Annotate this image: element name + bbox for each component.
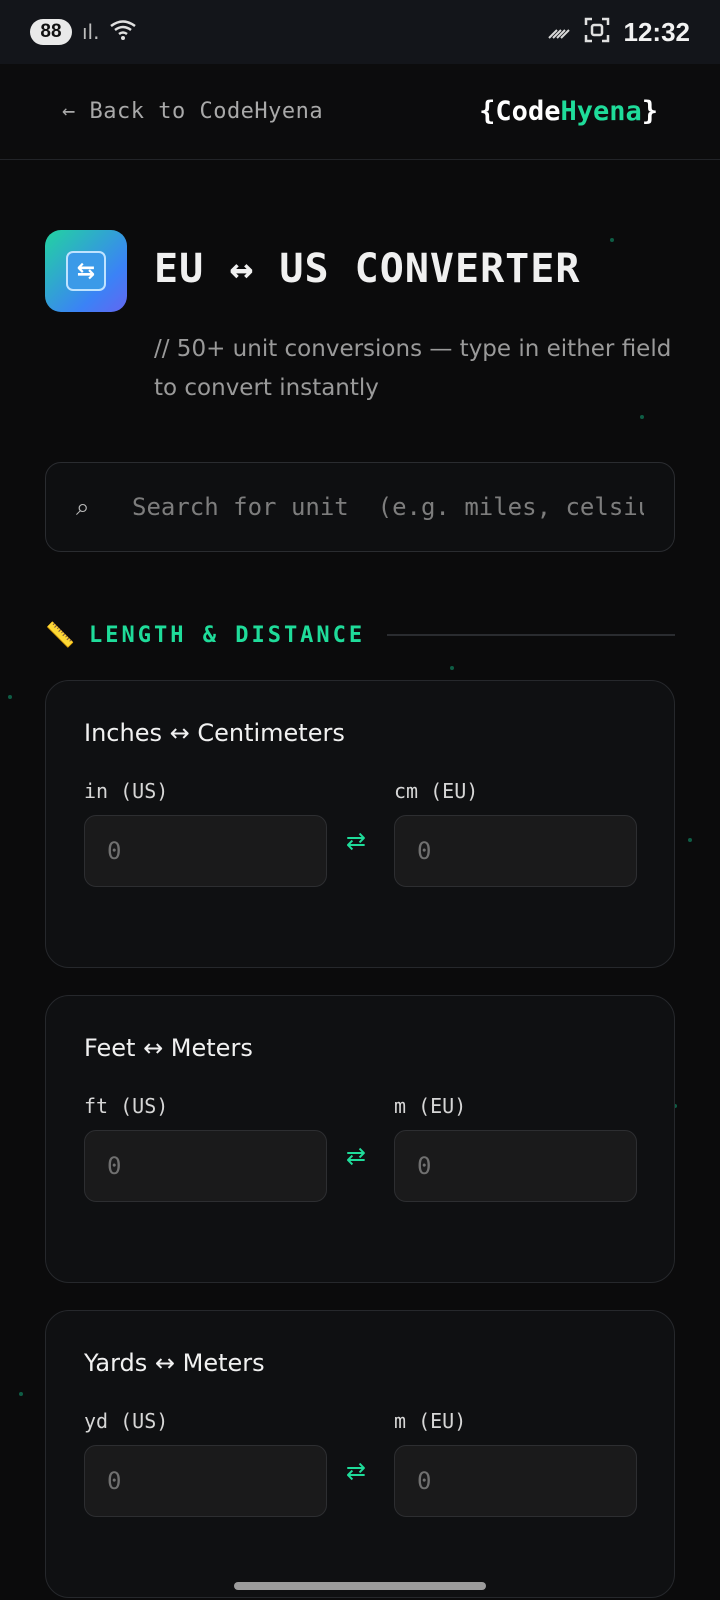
background-particle	[19, 1392, 23, 1396]
feet-input[interactable]	[84, 1130, 327, 1202]
background-particle	[610, 238, 614, 242]
meters-input[interactable]	[394, 1130, 637, 1202]
section-divider	[387, 634, 675, 636]
search-icon: ⌕	[76, 493, 90, 521]
us-unit-label: yd (US)	[84, 1409, 169, 1433]
swap-arrows-icon: ⇄	[345, 1142, 367, 1170]
top-header: ← Back to CodeHyena {CodeHyena}	[0, 64, 720, 160]
status-left: 88 ıl.	[30, 19, 137, 46]
page-subtitle: // 50+ unit conversions — type in either…	[154, 336, 672, 401]
converter-card-yards-meters: Yards ↔ Meters yd (US) m (EU) ⇄	[45, 1310, 675, 1598]
clock: 12:32	[623, 16, 691, 47]
swap-arrows-icon: ⇄	[345, 827, 367, 855]
logo-suffix: }	[641, 96, 658, 127]
background-particle	[688, 838, 692, 842]
background-particle	[450, 666, 454, 670]
converter-title: Inches ↔ Centimeters	[84, 719, 345, 747]
home-indicator[interactable]	[234, 1582, 486, 1590]
centimeters-input[interactable]	[394, 815, 637, 887]
screenshot-icon	[584, 17, 610, 48]
converter-title: Feet ↔ Meters	[84, 1034, 253, 1062]
background-particle	[8, 695, 12, 699]
converter-app-icon: ⇆	[45, 230, 127, 312]
meters-input[interactable]	[394, 1445, 637, 1517]
eu-unit-label: cm (EU)	[394, 779, 479, 803]
us-unit-label: in (US)	[84, 779, 169, 803]
arrows-cycle-icon: ⇆	[66, 251, 106, 291]
eu-unit-label: m (EU)	[394, 1094, 467, 1118]
converter-card-inches-centimeters: Inches ↔ Centimeters in (US) cm (EU) ⇄	[45, 680, 675, 968]
wifi-icon	[109, 19, 137, 46]
battery-indicator: 88	[30, 19, 72, 45]
ruler-icon: 📏	[45, 621, 75, 649]
yards-input[interactable]	[84, 1445, 327, 1517]
eu-unit-label: m (EU)	[394, 1409, 467, 1433]
status-bar: 88 ıl. 12:32	[0, 0, 720, 64]
inches-input[interactable]	[84, 815, 327, 887]
logo-accent: Hyena	[560, 96, 642, 127]
us-unit-label: ft (US)	[84, 1094, 169, 1118]
logo-prefix: {Code	[479, 96, 561, 127]
unit-search-bar: ⌕	[45, 462, 675, 552]
codehyena-logo[interactable]: {CodeHyena}	[479, 96, 658, 127]
back-to-codehyena-link[interactable]: ← Back to CodeHyena	[62, 99, 323, 124]
status-right: 12:32	[547, 16, 691, 48]
vibrate-icon	[547, 20, 570, 44]
section-heading-length: 📏 LENGTH & DISTANCE	[45, 618, 675, 652]
swap-arrows-icon: ⇄	[345, 1457, 367, 1485]
converter-title: Yards ↔ Meters	[84, 1349, 265, 1377]
background-particle	[640, 415, 644, 419]
section-title: LENGTH & DISTANCE	[89, 622, 366, 648]
search-input[interactable]	[132, 493, 644, 521]
converter-card-feet-meters: Feet ↔ Meters ft (US) m (EU) ⇄	[45, 995, 675, 1283]
signal-icon: ıl.	[82, 20, 100, 44]
page-title: EU ↔ US CONVERTER	[154, 246, 581, 292]
